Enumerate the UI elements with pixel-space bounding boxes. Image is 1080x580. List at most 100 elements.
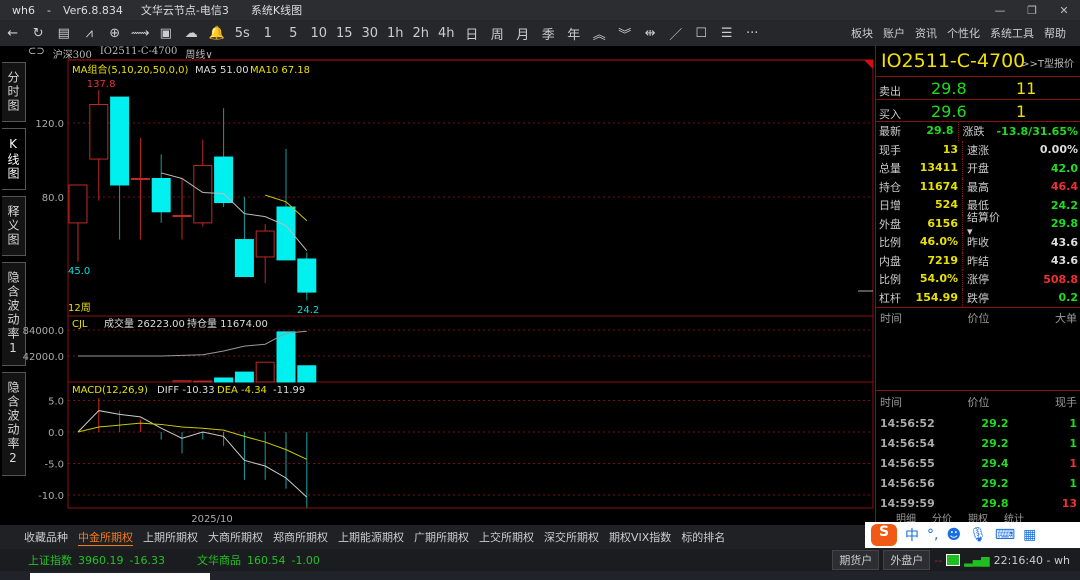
bid-row: 买入 29.6 1 — [876, 99, 1080, 123]
stat-label: 涨跌 — [962, 125, 985, 139]
toolbar-button[interactable]: ⩘ — [77, 26, 103, 41]
toolbar-button[interactable]: 🔔 — [204, 26, 230, 41]
buy-label: 买入 — [879, 108, 901, 121]
toolbar-button[interactable]: 1h — [383, 26, 409, 41]
tick-price: 29.2 — [981, 416, 1009, 430]
menu-item[interactable]: 帮助 — [1044, 25, 1066, 41]
toolbar: ← ↻ ▤ ⩘ ⊕ ⟿ ▣ ☁ 🔔 5s 1 5 10 15 30 1h 2h 4h 日周月季年 ︽ ︾ ⇹ ／ ☐ ☰ ··· 板… — [0, 20, 1080, 46]
toolbar-button[interactable]: 日 — [459, 24, 485, 43]
exchange-tab[interactable]: 上交所期权 — [479, 529, 534, 545]
stat-value: -13.8/31.65% — [996, 124, 1079, 138]
toolbar-button[interactable]: ▣ — [153, 26, 179, 41]
sell-qty: 11 — [1016, 79, 1037, 98]
taskbar — [0, 571, 1080, 580]
exchange-tab[interactable]: 广期所期权 — [414, 529, 469, 545]
toolbar-button[interactable]: 周 — [485, 24, 511, 43]
tick-time: 14:56:52 — [880, 416, 935, 430]
toolbar-button[interactable]: 4h — [434, 26, 460, 41]
foreign-account-button[interactable]: 外盘户 — [883, 550, 931, 570]
toolbar-button[interactable]: ☁ — [179, 26, 205, 41]
exchange-tab[interactable]: 标的排名 — [681, 529, 725, 545]
dea-value: DEA -4.34 — [217, 385, 267, 396]
sogou-logo-icon[interactable]: S — [871, 524, 897, 546]
toolbar-button[interactable]: 30 — [357, 26, 383, 41]
stat-value: 6156 — [906, 214, 963, 233]
candle-body — [130, 178, 150, 180]
emoji-icon[interactable]: ☻ — [946, 527, 961, 543]
toolbar-button[interactable]: 10 — [306, 26, 332, 41]
exchange-tab[interactable]: 收藏品种 — [24, 529, 68, 545]
exchange-tab[interactable]: 中金所期权 — [78, 529, 133, 546]
stat-value: 13411 — [906, 159, 963, 178]
stat-value: 0.00% — [1039, 143, 1078, 157]
toolbar-button[interactable]: ▤ — [51, 26, 77, 41]
candle-body — [172, 215, 192, 217]
volume-bar — [255, 361, 275, 383]
toolbar-button[interactable]: 季 — [536, 24, 562, 43]
exchange-tab[interactable]: 郑商所期权 — [273, 529, 328, 545]
toolbar-button[interactable]: ← — [0, 26, 26, 41]
toolbar-button[interactable]: ⟿ — [128, 26, 154, 41]
stat-value: 46.4 — [1050, 180, 1078, 194]
exchange-tab[interactable]: 深交所期权 — [544, 529, 599, 545]
quote-panel: IO2511-C-4700 >>T型报价 卖出 29.8 11 买入 29.6 1 最新… — [875, 45, 1080, 526]
stat-value: 7219 — [906, 251, 963, 270]
stat-value: 29.8 — [1050, 217, 1078, 231]
toolbar-button[interactable]: ／ — [663, 24, 689, 43]
big-order-panel: 时间 价位 大单 — [876, 307, 1080, 387]
toolbar-button[interactable]: ︽ — [587, 24, 613, 43]
stat-row: 杠杆 154.99 跌停 0.2 — [876, 288, 1080, 307]
toolbar-button[interactable]: 年 — [561, 24, 587, 43]
exchange-tab[interactable]: 大商所期权 — [208, 529, 263, 545]
toolbar-button[interactable]: ☐ — [689, 26, 715, 41]
app-version: Ver6.8.834 — [62, 3, 123, 17]
toolbar-button[interactable]: 月 — [510, 24, 536, 43]
toolbar-button[interactable]: 1 — [255, 26, 281, 41]
mic-icon[interactable]: 🎙 — [969, 527, 987, 543]
stat-label: 昨收 — [967, 236, 989, 250]
exchange-tab[interactable]: 上期能源期权 — [338, 529, 404, 545]
toolbar-button[interactable]: 2h — [408, 26, 434, 41]
kline-chart[interactable]: 120.0 80.0 84000.0 42000.0 5.0 0.0 -5.0 -10.0 MA… — [0, 45, 875, 525]
ime-punct[interactable]: °, — [927, 527, 938, 543]
toolbar-button[interactable]: ··· — [740, 26, 766, 41]
toolbar-button[interactable]: ↻ — [26, 26, 52, 41]
index2-name: 文华商品 — [196, 554, 241, 567]
corner-marker — [864, 60, 873, 69]
minimize-button[interactable]: — — [984, 4, 1016, 17]
menu-item[interactable]: 板块 — [851, 25, 873, 41]
stat-row: 比例 54.0% 涨停 508.8 — [876, 270, 1080, 289]
toolbar-button[interactable]: ⊕ — [102, 26, 128, 41]
exchange-tab[interactable]: 期权VIX指数 — [609, 529, 671, 545]
ime-lang[interactable]: 中 — [905, 525, 919, 545]
contract-code: IO2511-C-4700 — [881, 50, 1026, 72]
taskbar-item[interactable] — [30, 573, 210, 580]
toolbar-button[interactable]: 15 — [332, 26, 358, 41]
menu-item[interactable]: 资讯 — [915, 25, 937, 41]
t-quote-link[interactable]: >>T型报价 — [1021, 55, 1074, 70]
candle-body — [68, 184, 88, 224]
index2-value: 160.54 — [246, 553, 286, 567]
tick-row: 14:56:52 29.2 1 — [876, 413, 1080, 433]
futures-account-button[interactable]: 期货户 — [832, 550, 880, 570]
exchange-tab[interactable]: 上期所期权 — [143, 529, 198, 545]
menu-item[interactable]: 账户 — [883, 25, 905, 41]
grid-icon[interactable]: ▦ — [1023, 527, 1036, 543]
candle-body — [193, 165, 213, 224]
keyboard-icon[interactable]: ⌨ — [995, 527, 1015, 543]
toolbar-button[interactable]: ⇹ — [638, 26, 664, 41]
tick-row: 14:56:54 29.2 1 — [876, 433, 1080, 453]
macd-tick: -5.0 — [44, 460, 64, 471]
toolbar-button[interactable]: ︾ — [612, 24, 638, 43]
toolbar-button[interactable]: ☰ — [714, 26, 740, 41]
menu-item[interactable]: 系统工具 — [990, 25, 1034, 41]
menu-item[interactable]: 个性化 — [947, 25, 980, 41]
buy-qty: 1 — [1016, 102, 1027, 121]
close-button[interactable]: ✕ — [1048, 4, 1080, 17]
ma5-value: MA5 51.00 — [195, 65, 249, 76]
maximize-button[interactable]: ❐ — [1016, 4, 1048, 17]
toolbar-button[interactable]: 5 — [281, 26, 307, 41]
tick-list: 时间 价位 现手 14:56:52 29.2 1 14:56:54 29.2 1 14:56:55… — [876, 390, 1080, 513]
oi-value: 持仓量 11674.00 — [187, 317, 268, 330]
toolbar-button[interactable]: 5s — [230, 26, 256, 41]
